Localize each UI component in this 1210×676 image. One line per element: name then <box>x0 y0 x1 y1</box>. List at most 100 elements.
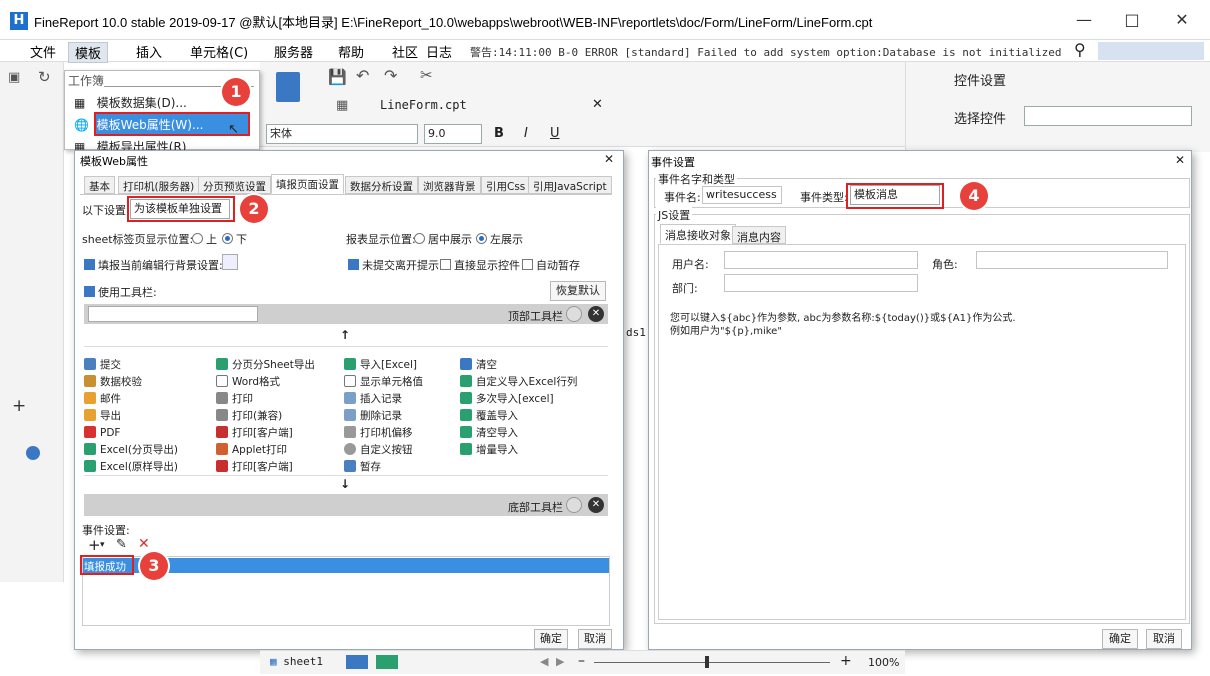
tool-clear-import[interactable]: 清空导入 <box>460 425 518 442</box>
tab-javascript[interactable]: 引用JavaScript <box>528 176 612 194</box>
scroll-right-icon[interactable]: ▶ <box>556 655 564 668</box>
menu-item-web-attr[interactable]: 🌐 模板Web属性(W)... <box>74 116 203 133</box>
move-up-arrow[interactable]: ↑ <box>340 328 350 342</box>
save-icon[interactable]: 💾 <box>328 68 347 86</box>
tool-delete-record[interactable]: 删除记录 <box>344 408 402 425</box>
add-event-dropdown-icon[interactable]: ▾ <box>100 540 105 550</box>
tab-page-preview[interactable]: 分页预览设置 <box>198 176 271 194</box>
tool-custom-import[interactable]: 自定义导入Excel行列 <box>460 374 577 391</box>
move-down-arrow[interactable]: ↓ <box>340 477 350 491</box>
add-event-icon[interactable]: + <box>88 536 101 554</box>
zoom-out-icon[interactable]: – <box>578 653 585 669</box>
tool-excel-original[interactable]: Excel(原样导出) <box>84 459 178 476</box>
web-attr-cancel-button[interactable]: 取消 <box>578 629 612 649</box>
zoom-in-icon[interactable]: + <box>840 653 852 669</box>
menu-item-dataset[interactable]: ▦ 模板数据集(D)... <box>74 94 187 111</box>
search-icon[interactable]: ⚲ <box>1074 40 1086 59</box>
event-ok-button[interactable]: 确定 <box>1102 629 1138 649</box>
unsubmitted-checkbox[interactable]: 未提交离开提示 <box>348 257 439 273</box>
maximize-button[interactable]: □ <box>1112 8 1152 32</box>
redo-icon[interactable]: ↷ <box>384 66 397 85</box>
tool-insert-record[interactable]: 插入记录 <box>344 391 402 408</box>
tool-applet-print[interactable]: Applet打印 <box>216 442 287 459</box>
tool-multi-import[interactable]: 多次导入[excel] <box>460 391 554 408</box>
top-toolbar-clear-icon[interactable]: ✕ <box>588 306 604 322</box>
add-dataset-icon[interactable]: + <box>12 396 26 416</box>
undo-icon[interactable]: ↶ <box>356 66 369 85</box>
bold-icon[interactable]: B <box>494 126 504 141</box>
web-attr-close-icon[interactable]: ✕ <box>604 152 614 166</box>
tab-message-content[interactable]: 消息内容 <box>732 226 786 244</box>
user-avatar[interactable] <box>1098 42 1204 60</box>
menu-help[interactable]: 帮助 <box>338 42 364 61</box>
scroll-left-icon[interactable]: ◀ <box>540 655 548 668</box>
role-input[interactable] <box>976 251 1168 269</box>
bottom-toolbar-clear-icon[interactable]: ✕ <box>588 497 604 513</box>
tab-data-analysis[interactable]: 数据分析设置 <box>345 176 418 194</box>
event-dialog-close-icon[interactable]: ✕ <box>1175 153 1185 167</box>
sheet-pos-bottom-radio[interactable]: 下 <box>222 231 247 247</box>
tool-print[interactable]: 打印 <box>216 391 253 408</box>
tool-pdf[interactable]: PDF <box>84 425 120 442</box>
tool-show-cell[interactable]: 显示单元格值 <box>344 374 423 391</box>
tool-custom-button[interactable]: 自定义按钮 <box>344 442 413 459</box>
show-widget-checkbox[interactable]: 直接显示控件 <box>440 257 520 273</box>
department-input[interactable] <box>724 274 918 292</box>
tab-basic[interactable]: 基本 <box>84 176 115 194</box>
tab-message-receiver[interactable]: 消息接收对象 <box>660 224 736 244</box>
menu-item-export[interactable]: ▦ 模板导出属性(R) <box>74 138 186 150</box>
menu-community[interactable]: 社区 <box>392 42 418 61</box>
template-icon[interactable] <box>276 72 300 102</box>
event-name-input[interactable]: writesuccess <box>702 186 782 204</box>
fill-bg-checkbox[interactable]: 填报当前编辑行背景设置: <box>84 257 223 273</box>
italic-icon[interactable]: I <box>524 126 528 141</box>
top-toolbar-icons[interactable] <box>88 306 258 322</box>
new-file-icon[interactable]: ▣ <box>8 70 20 85</box>
tool-print-compat[interactable]: 打印(兼容) <box>216 408 282 425</box>
tool-word[interactable]: Word格式 <box>216 374 280 391</box>
tool-import-excel[interactable]: 导入[Excel] <box>344 357 417 374</box>
close-button[interactable]: ✕ <box>1162 8 1202 32</box>
font-select[interactable]: 宋体 <box>266 124 418 144</box>
menu-server[interactable]: 服务器 <box>274 42 313 61</box>
paint-bucket-icon[interactable] <box>222 254 238 270</box>
select-widget-dropdown[interactable] <box>1024 106 1192 126</box>
cut-icon[interactable]: ✂ <box>420 66 433 84</box>
edit-event-icon[interactable]: ✎ <box>116 537 127 552</box>
tool-overwrite-import[interactable]: 覆盖导入 <box>460 408 518 425</box>
web-attr-ok-button[interactable]: 确定 <box>534 629 568 649</box>
tool-export[interactable]: 导出 <box>84 408 121 425</box>
tab-printer[interactable]: 打印机(服务器) <box>118 176 200 194</box>
delete-event-icon[interactable]: ✕ <box>138 536 150 552</box>
tool-print-client-2[interactable]: 打印[客户端] <box>216 459 293 476</box>
report-left-radio[interactable]: 左展示 <box>476 231 523 247</box>
report-center-radio[interactable]: 居中展示 <box>414 231 472 247</box>
menu-template[interactable]: 模板 <box>68 42 109 63</box>
tool-print-client[interactable]: 打印[客户端] <box>216 425 293 442</box>
menu-cell[interactable]: 单元格(C) <box>190 42 248 61</box>
tool-print-offset[interactable]: 打印机偏移 <box>344 425 413 442</box>
sheet-pos-top-radio[interactable]: 上 <box>192 231 217 247</box>
sheet-tab[interactable]: ▦ sheet1 <box>270 655 323 668</box>
add-sheet-icon[interactable] <box>346 655 368 669</box>
menu-file[interactable]: 文件 <box>30 42 56 61</box>
tab-css[interactable]: 引用Css <box>481 176 531 194</box>
tab-fill-page[interactable]: 填报页面设置 <box>271 174 344 194</box>
event-cancel-button[interactable]: 取消 <box>1146 629 1182 649</box>
tool-validate[interactable]: 数据校验 <box>84 374 142 391</box>
underline-icon[interactable]: U <box>550 126 560 141</box>
refresh-icon[interactable]: ↻ <box>38 68 51 86</box>
minimize-button[interactable]: — <box>1064 8 1104 32</box>
zoom-slider-track[interactable] <box>594 662 830 663</box>
use-toolbar-checkbox[interactable]: 使用工具栏: <box>84 284 157 300</box>
tool-clear[interactable]: 清空 <box>460 357 497 374</box>
tool-email[interactable]: 邮件 <box>84 391 121 408</box>
font-size-select[interactable]: 9.0 <box>424 124 482 144</box>
bottom-toolbar-settings-icon[interactable] <box>566 497 582 513</box>
top-toolbar-settings-icon[interactable] <box>566 306 582 322</box>
tool-incremental-import[interactable]: 增量导入 <box>460 442 518 459</box>
auto-save-checkbox[interactable]: 自动暂存 <box>522 257 580 273</box>
tool-excel-page[interactable]: Excel(分页导出) <box>84 442 178 459</box>
restore-default-button[interactable]: 恢复默认 <box>550 281 606 301</box>
username-input[interactable] <box>724 251 918 269</box>
